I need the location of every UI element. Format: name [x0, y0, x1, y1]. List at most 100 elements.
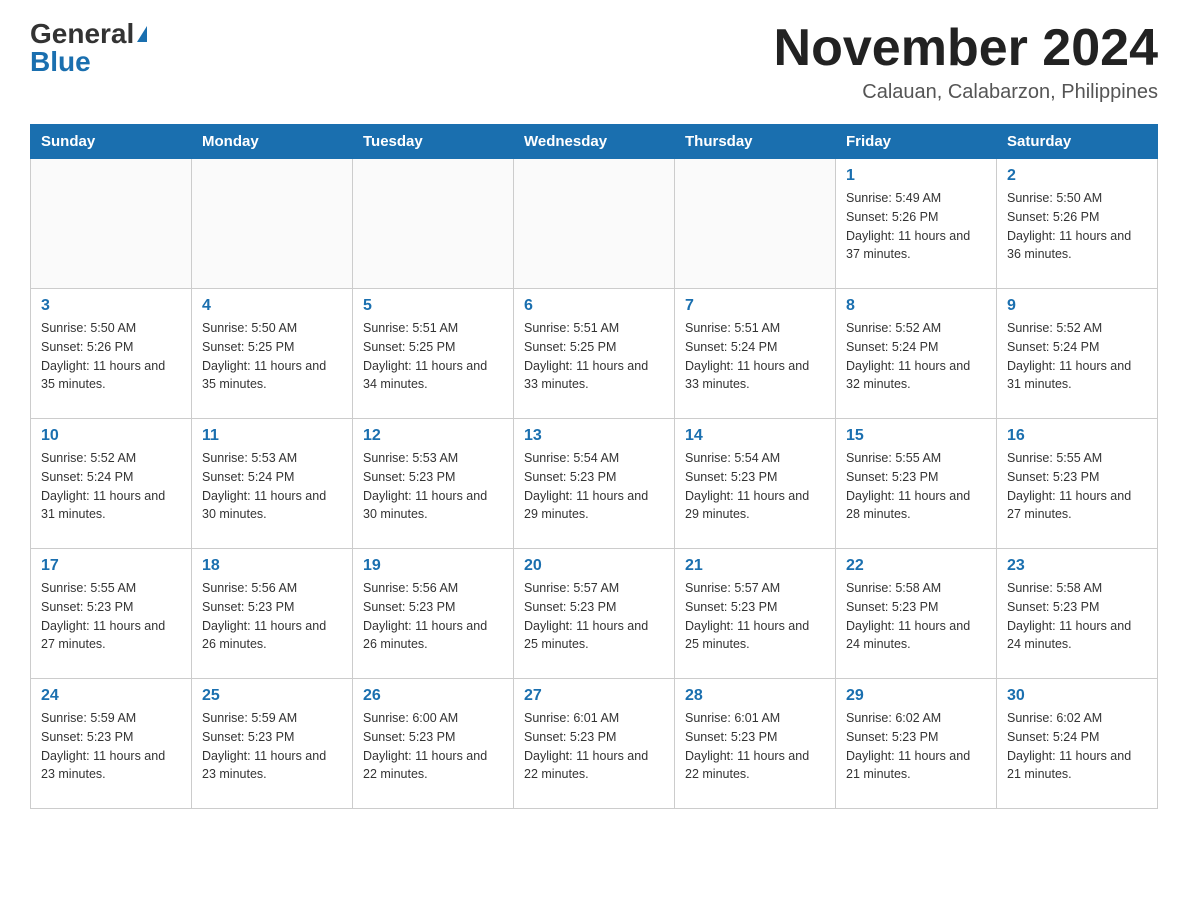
logo-general-text: General	[30, 20, 134, 48]
calendar-cell: 13 Sunrise: 5:54 AM Sunset: 5:23 PM Dayli…	[514, 419, 675, 549]
day-info: Sunrise: 5:55 AM Sunset: 5:23 PM Dayligh…	[41, 579, 181, 654]
day-info: Sunrise: 5:54 AM Sunset: 5:23 PM Dayligh…	[524, 449, 664, 524]
calendar-table: SundayMondayTuesdayWednesdayThursdayFrid…	[30, 124, 1158, 809]
location-subtitle: Calauan, Calabarzon, Philippines	[774, 81, 1158, 104]
day-info: Sunrise: 6:00 AM Sunset: 5:23 PM Dayligh…	[363, 709, 503, 784]
calendar-cell: 5 Sunrise: 5:51 AM Sunset: 5:25 PM Daylig…	[353, 289, 514, 419]
day-info: Sunrise: 5:54 AM Sunset: 5:23 PM Dayligh…	[685, 449, 825, 524]
calendar-cell: 28Sunrise: 6:01 AM Sunset: 5:23 PM Dayli…	[675, 679, 836, 809]
week-row-0: 1 Sunrise: 5:49 AM Sunset: 5:26 PM Daylig…	[31, 159, 1158, 289]
day-info: Sunrise: 5:59 AM Sunset: 5:23 PM Dayligh…	[41, 709, 181, 784]
day-number: 13	[524, 427, 664, 445]
calendar-cell: 14 Sunrise: 5:54 AM Sunset: 5:23 PM Dayli…	[675, 419, 836, 549]
day-number: 29	[846, 687, 986, 705]
day-info: Sunrise: 5:53 AM Sunset: 5:24 PM Dayligh…	[202, 449, 342, 524]
day-number: 27	[524, 687, 664, 705]
day-info: Sunrise: 5:53 AM Sunset: 5:23 PM Dayligh…	[363, 449, 503, 524]
day-info: Sunrise: 5:55 AM Sunset: 5:23 PM Dayligh…	[846, 449, 986, 524]
calendar-cell: 22Sunrise: 5:58 AM Sunset: 5:23 PM Dayli…	[836, 549, 997, 679]
logo-triangle-icon	[137, 26, 147, 42]
day-info: Sunrise: 6:02 AM Sunset: 5:24 PM Dayligh…	[1007, 709, 1147, 784]
header-day-tuesday: Tuesday	[353, 125, 514, 159]
day-number: 19	[363, 557, 503, 575]
calendar-cell	[353, 159, 514, 289]
week-row-4: 24 Sunrise: 5:59 AM Sunset: 5:23 PM Dayli…	[31, 679, 1158, 809]
header-day-sunday: Sunday	[31, 125, 192, 159]
day-number: 21	[685, 557, 825, 575]
header-day-wednesday: Wednesday	[514, 125, 675, 159]
day-info: Sunrise: 5:55 AM Sunset: 5:23 PM Dayligh…	[1007, 449, 1147, 524]
day-number: 26	[363, 687, 503, 705]
week-row-3: 17 Sunrise: 5:55 AM Sunset: 5:23 PM Dayli…	[31, 549, 1158, 679]
day-info: Sunrise: 5:51 AM Sunset: 5:25 PM Dayligh…	[524, 319, 664, 394]
calendar-cell	[675, 159, 836, 289]
header-day-thursday: Thursday	[675, 125, 836, 159]
day-number: 10	[41, 427, 181, 445]
header-day-friday: Friday	[836, 125, 997, 159]
calendar-cell: 11Sunrise: 5:53 AM Sunset: 5:24 PM Dayli…	[192, 419, 353, 549]
calendar-cell: 1 Sunrise: 5:49 AM Sunset: 5:26 PM Daylig…	[836, 159, 997, 289]
calendar-cell: 29 Sunrise: 6:02 AM Sunset: 5:23 PM Dayli…	[836, 679, 997, 809]
header-row: SundayMondayTuesdayWednesdayThursdayFrid…	[31, 125, 1158, 159]
calendar-cell: 24 Sunrise: 5:59 AM Sunset: 5:23 PM Dayli…	[31, 679, 192, 809]
day-info: Sunrise: 5:52 AM Sunset: 5:24 PM Dayligh…	[846, 319, 986, 394]
calendar-cell: 16 Sunrise: 5:55 AM Sunset: 5:23 PM Dayli…	[997, 419, 1158, 549]
calendar-cell: 21 Sunrise: 5:57 AM Sunset: 5:23 PM Dayli…	[675, 549, 836, 679]
day-info: Sunrise: 5:50 AM Sunset: 5:25 PM Dayligh…	[202, 319, 342, 394]
calendar-cell: 18Sunrise: 5:56 AM Sunset: 5:23 PM Dayli…	[192, 549, 353, 679]
day-info: Sunrise: 5:58 AM Sunset: 5:23 PM Dayligh…	[1007, 579, 1147, 654]
day-info: Sunrise: 5:57 AM Sunset: 5:23 PM Dayligh…	[685, 579, 825, 654]
day-number: 16	[1007, 427, 1147, 445]
day-number: 30	[1007, 687, 1147, 705]
calendar-cell: 2 Sunrise: 5:50 AM Sunset: 5:26 PM Daylig…	[997, 159, 1158, 289]
day-number: 22	[846, 557, 986, 575]
day-number: 15	[846, 427, 986, 445]
week-row-1: 3 Sunrise: 5:50 AM Sunset: 5:26 PM Daylig…	[31, 289, 1158, 419]
calendar-cell: 8 Sunrise: 5:52 AM Sunset: 5:24 PM Daylig…	[836, 289, 997, 419]
day-number: 5	[363, 297, 503, 315]
calendar-cell	[514, 159, 675, 289]
day-info: Sunrise: 5:50 AM Sunset: 5:26 PM Dayligh…	[41, 319, 181, 394]
day-number: 3	[41, 297, 181, 315]
day-number: 2	[1007, 167, 1147, 185]
day-info: Sunrise: 5:56 AM Sunset: 5:23 PM Dayligh…	[363, 579, 503, 654]
title-block: November 2024 Calauan, Calabarzon, Phili…	[774, 20, 1158, 104]
day-number: 25	[202, 687, 342, 705]
day-info: Sunrise: 5:50 AM Sunset: 5:26 PM Dayligh…	[1007, 189, 1147, 264]
header-day-monday: Monday	[192, 125, 353, 159]
day-number: 14	[685, 427, 825, 445]
day-number: 6	[524, 297, 664, 315]
calendar-cell	[192, 159, 353, 289]
day-info: Sunrise: 5:51 AM Sunset: 5:25 PM Dayligh…	[363, 319, 503, 394]
day-info: Sunrise: 5:49 AM Sunset: 5:26 PM Dayligh…	[846, 189, 986, 264]
calendar-cell: 23Sunrise: 5:58 AM Sunset: 5:23 PM Dayli…	[997, 549, 1158, 679]
day-number: 9	[1007, 297, 1147, 315]
day-number: 7	[685, 297, 825, 315]
day-number: 18	[202, 557, 342, 575]
page-header: General Blue November 2024 Calauan, Cala…	[30, 20, 1158, 104]
calendar-cell: 17 Sunrise: 5:55 AM Sunset: 5:23 PM Dayli…	[31, 549, 192, 679]
day-info: Sunrise: 5:57 AM Sunset: 5:23 PM Dayligh…	[524, 579, 664, 654]
logo: General Blue	[30, 20, 147, 76]
header-day-saturday: Saturday	[997, 125, 1158, 159]
calendar-body: 1 Sunrise: 5:49 AM Sunset: 5:26 PM Daylig…	[31, 159, 1158, 809]
day-number: 1	[846, 167, 986, 185]
day-info: Sunrise: 6:01 AM Sunset: 5:23 PM Dayligh…	[685, 709, 825, 784]
calendar-cell: 10 Sunrise: 5:52 AM Sunset: 5:24 PM Dayli…	[31, 419, 192, 549]
day-number: 17	[41, 557, 181, 575]
day-number: 4	[202, 297, 342, 315]
week-row-2: 10 Sunrise: 5:52 AM Sunset: 5:24 PM Dayli…	[31, 419, 1158, 549]
calendar-cell: 30 Sunrise: 6:02 AM Sunset: 5:24 PM Dayli…	[997, 679, 1158, 809]
calendar-cell: 19 Sunrise: 5:56 AM Sunset: 5:23 PM Dayli…	[353, 549, 514, 679]
logo-blue-text: Blue	[30, 48, 91, 76]
day-number: 8	[846, 297, 986, 315]
calendar-cell: 9Sunrise: 5:52 AM Sunset: 5:24 PM Daylig…	[997, 289, 1158, 419]
day-info: Sunrise: 6:02 AM Sunset: 5:23 PM Dayligh…	[846, 709, 986, 784]
calendar-cell: 7Sunrise: 5:51 AM Sunset: 5:24 PM Daylig…	[675, 289, 836, 419]
day-info: Sunrise: 6:01 AM Sunset: 5:23 PM Dayligh…	[524, 709, 664, 784]
day-info: Sunrise: 5:52 AM Sunset: 5:24 PM Dayligh…	[41, 449, 181, 524]
day-number: 24	[41, 687, 181, 705]
calendar-cell: 12Sunrise: 5:53 AM Sunset: 5:23 PM Dayli…	[353, 419, 514, 549]
calendar-cell	[31, 159, 192, 289]
calendar-cell: 15 Sunrise: 5:55 AM Sunset: 5:23 PM Dayli…	[836, 419, 997, 549]
